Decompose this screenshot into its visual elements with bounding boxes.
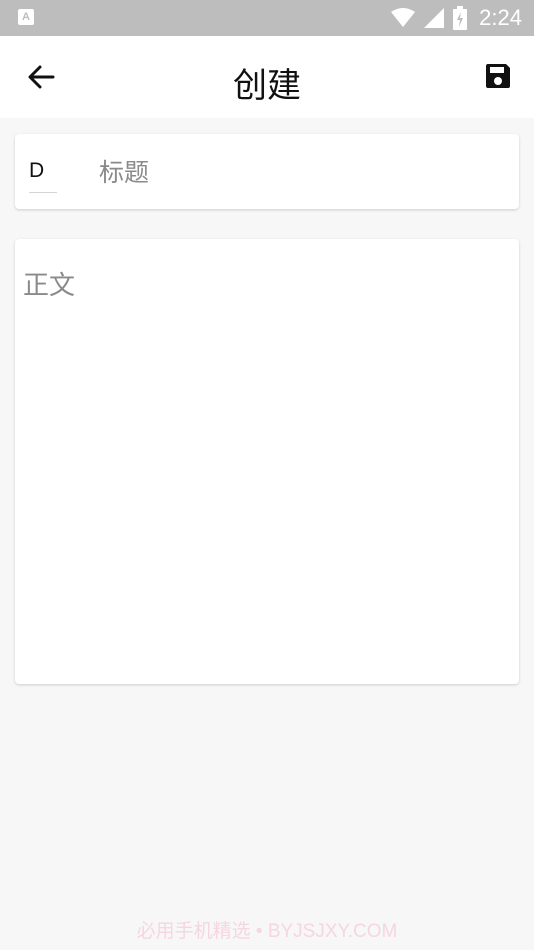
status-icons: 2:24: [391, 0, 522, 36]
save-button[interactable]: [480, 58, 516, 94]
body-card: [15, 239, 519, 684]
title-card: D: [15, 134, 519, 209]
battery-charging-icon: [453, 6, 468, 30]
notification-a-icon: A: [18, 9, 34, 25]
notification-a-letter: A: [22, 11, 30, 23]
page-title: 创建: [233, 66, 301, 106]
title-input[interactable]: [99, 154, 499, 190]
status-time: 2:24: [479, 5, 522, 30]
wifi-icon: [391, 8, 416, 27]
app-bar: 创建: [0, 36, 534, 118]
watermark: 必用手机精选 • BYJSJXY.COM: [136, 921, 398, 942]
signal-icon: [424, 8, 445, 28]
status-bar: A 2:24: [0, 0, 534, 36]
floppy-save-icon: [486, 64, 510, 88]
title-prefix[interactable]: D: [29, 156, 57, 193]
body-input[interactable]: [23, 265, 509, 665]
